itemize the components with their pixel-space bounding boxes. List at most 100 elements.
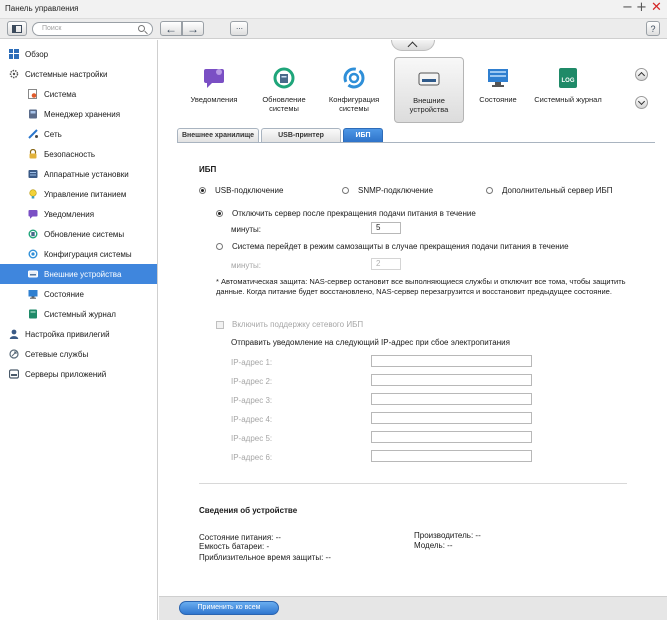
search-placeholder: Поиск — [42, 25, 62, 32]
search-icon — [138, 25, 145, 32]
storage-icon — [29, 109, 37, 119]
sidebar-item-system-update[interactable]: Обновление системы — [0, 224, 157, 244]
top-icon-label: Системный журнал — [534, 95, 602, 104]
battery-label-text: Емкость батареи: — [199, 542, 265, 551]
minutes-protect-field[interactable]: 2 — [371, 258, 401, 270]
sidebar-item-system-settings[interactable]: Системные настройки — [0, 64, 157, 84]
minimize-button[interactable]: − — [622, 1, 633, 15]
radio-snmp-label: SNMP-подключение — [358, 186, 434, 195]
sidebar-item-notifications[interactable]: Уведомления — [0, 204, 157, 224]
sidebar-item-system[interactable]: Система — [0, 84, 157, 104]
apply-all-button[interactable]: Применить ко всем — [179, 601, 279, 615]
status-icon — [28, 290, 38, 299]
enable-network-ups-label: Включить поддержку сетевого ИБП — [232, 320, 364, 329]
sidebar-item-network-services[interactable]: Сетевые службы — [0, 344, 157, 364]
sidebar-item-security[interactable]: Безопасность — [0, 144, 157, 164]
auto-protect-note: * Автоматическая защита: NAS-сервер оста… — [216, 277, 626, 296]
ip-field-3[interactable] — [371, 393, 532, 405]
update-icon — [28, 229, 38, 239]
sidebar-item-label: Состояние — [44, 289, 84, 299]
battery-label: Емкость батареи: - — [199, 542, 269, 551]
sidebar-item-app-servers[interactable]: Серверы приложений — [0, 364, 157, 384]
ip-label-5: IP-адрес 5: — [231, 434, 273, 443]
sidebar-item-system-log[interactable]: Системный журнал — [0, 304, 157, 324]
sidebar-item-power[interactable]: Управление питанием — [0, 184, 157, 204]
power-state-value: -- — [275, 533, 281, 542]
sidebar-item-external-devices[interactable]: Внешние устройства — [0, 264, 157, 284]
search-input[interactable]: Поиск — [32, 22, 153, 36]
sidebar-item-overview[interactable]: Обзор — [0, 44, 157, 64]
top-icon-system-update[interactable]: Обновление системы — [249, 57, 319, 113]
gears-icon — [9, 69, 19, 79]
ip-field-1[interactable] — [371, 355, 532, 367]
sidebar-item-hardware[interactable]: Аппаратные установки — [0, 164, 157, 184]
ip-field-2[interactable] — [371, 374, 532, 386]
title-bar: Панель управления − + ✕ — [0, 0, 667, 19]
tab-ups[interactable]: ИБП — [343, 128, 383, 142]
collapse-icons-button[interactable] — [391, 40, 435, 51]
sidebar-item-network[interactable]: Сеть — [0, 124, 157, 144]
tab-usb-printer[interactable]: USB-принтер — [261, 128, 341, 142]
runtime-value: -- — [325, 553, 331, 562]
radio-usb[interactable] — [199, 187, 206, 194]
top-icon-external-devices[interactable]: Внешние устройства — [394, 57, 464, 123]
minutes-shutdown-field[interactable]: 5 — [371, 222, 401, 234]
top-icon-notifications[interactable]: Уведомления — [179, 57, 249, 104]
scroll-down-button[interactable] — [635, 96, 648, 109]
sidebar-item-label: Настройка привилегий — [25, 329, 110, 339]
minutes-label-protect: минуты: — [231, 261, 262, 270]
sidebar-item-label: Управление питанием — [44, 189, 127, 199]
status-monitor-icon — [487, 67, 509, 89]
sidebar-item-label: Обзор — [25, 49, 49, 59]
ip-label-1: IP-адрес 1: — [231, 358, 273, 367]
radio-net-server[interactable] — [486, 187, 493, 194]
radio-usb-label: USB-подключение — [215, 186, 284, 195]
ups-section-title: ИБП — [199, 165, 217, 174]
power-state-label-text: Состояние питания: — [199, 533, 274, 542]
power-state-label: Состояние питания: -- — [199, 533, 281, 542]
back-button[interactable]: ← — [160, 21, 182, 36]
sidebar-item-system-config[interactable]: Конфигурация системы — [0, 244, 157, 264]
overview-icon — [9, 49, 19, 59]
top-icon-label: Конфигурация системы — [328, 95, 380, 113]
config-icon — [343, 67, 365, 89]
notification-icon — [28, 210, 38, 219]
forward-button[interactable]: → — [182, 21, 204, 36]
hardware-icon — [28, 170, 38, 178]
ip-field-6[interactable] — [371, 450, 532, 462]
tab-external-storage[interactable]: Внешнее хранилище — [177, 128, 259, 142]
external-device-icon — [28, 270, 38, 278]
sidebar-item-privileges[interactable]: Настройка привилегий — [0, 324, 157, 344]
apps-grid-button[interactable]: ⋯ — [230, 21, 248, 36]
help-button[interactable]: ? — [646, 21, 660, 36]
enable-network-ups-checkbox[interactable] — [216, 321, 224, 329]
runtime-label-text: Приблизительное время защиты: — [199, 553, 324, 562]
ip-field-5[interactable] — [371, 431, 532, 443]
scroll-up-button[interactable] — [635, 68, 648, 81]
top-icon-system-log[interactable]: LOG Системный журнал — [533, 57, 603, 104]
main-panel: Уведомления Обновление системы Конфигура… — [159, 40, 667, 620]
sidebar-toggle-icon — [12, 24, 22, 33]
device-info-title: Сведения об устройстве — [199, 506, 298, 515]
sidebar-item-status[interactable]: Состояние — [0, 284, 157, 304]
notification-icon — [203, 67, 225, 89]
close-button[interactable]: ✕ — [651, 1, 662, 15]
maximize-button[interactable]: + — [636, 1, 647, 15]
window-title: Панель управления — [5, 4, 79, 13]
sidebar-item-label: Системные настройки — [25, 69, 108, 79]
radio-snmp[interactable] — [342, 187, 349, 194]
sidebar-item-label: Безопасность — [44, 149, 96, 159]
power-icon — [29, 189, 37, 199]
manufacturer-label: Производитель: -- — [414, 531, 481, 540]
sidebar-item-storage-manager[interactable]: Менеджер хранения — [0, 104, 157, 124]
model-label: Модель: -- — [414, 541, 453, 550]
radio-shutdown[interactable] — [216, 210, 223, 217]
ip-label-2: IP-адрес 2: — [231, 377, 273, 386]
menu-toggle-button[interactable] — [7, 21, 27, 36]
radio-protect[interactable] — [216, 243, 223, 250]
top-icon-label: Уведомления — [190, 95, 238, 104]
top-icon-label: Внешние устройства — [409, 96, 449, 114]
top-icon-system-config[interactable]: Конфигурация системы — [319, 57, 389, 113]
top-icon-status[interactable]: Состояние — [463, 57, 533, 104]
ip-field-4[interactable] — [371, 412, 532, 424]
